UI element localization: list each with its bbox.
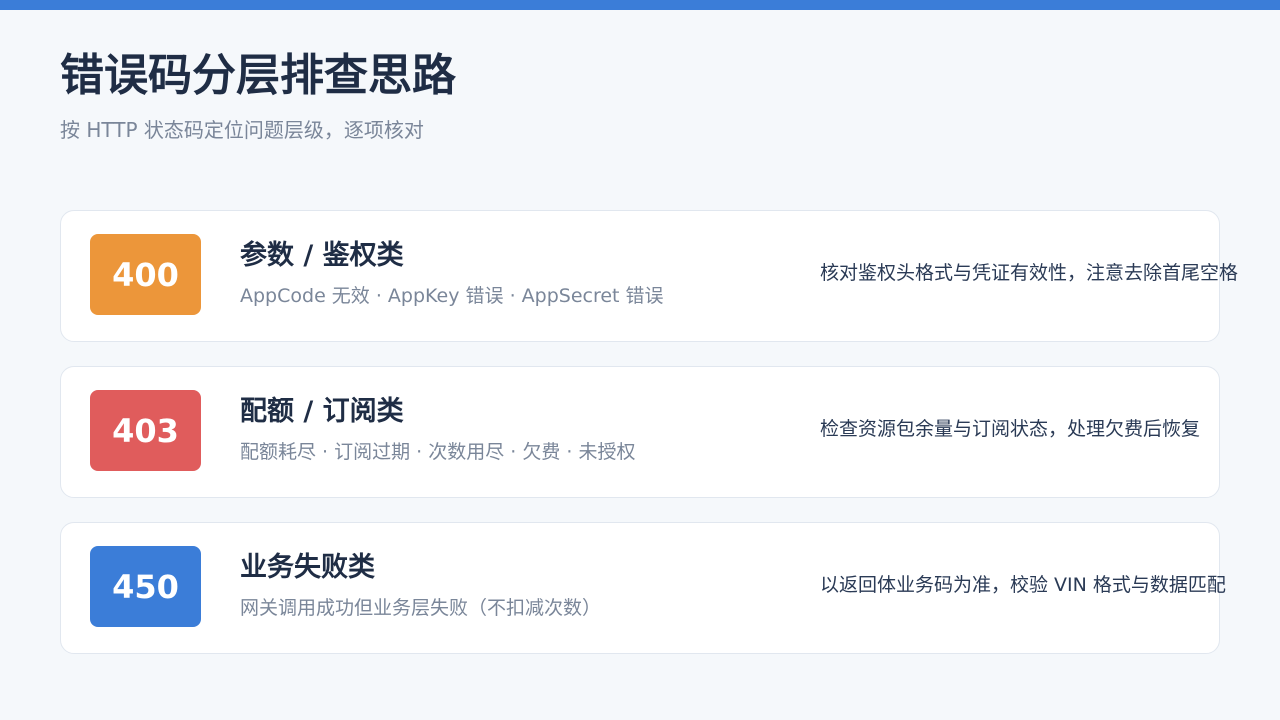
card-action-hint: 检查资源包余量与订阅状态，处理欠费后恢复 <box>820 418 1201 440</box>
page-subtitle: 按 HTTP 状态码定位问题层级，逐项核对 <box>60 118 424 142</box>
card-title: 业务失败类 <box>240 552 375 583</box>
error-card-403: 403 配额 / 订阅类 配额耗尽 · 订阅过期 · 次数用尽 · 欠费 · 未… <box>60 366 1220 498</box>
error-card-450: 450 业务失败类 网关调用成功但业务层失败（不扣减次数） 以返回体业务码为准，… <box>60 522 1226 654</box>
page-title: 错误码分层排查思路 <box>60 50 456 101</box>
status-code-badge: 400 <box>90 234 201 315</box>
card-title: 参数 / 鉴权类 <box>240 240 404 271</box>
error-card-400: 400 参数 / 鉴权类 AppCode 无效 · AppKey 错误 · Ap… <box>60 210 1238 342</box>
card-description: 网关调用成功但业务层失败（不扣减次数） <box>240 597 602 619</box>
status-code-badge: 403 <box>90 390 201 471</box>
top-accent-bar <box>0 0 1280 10</box>
status-code-badge: 450 <box>90 546 201 627</box>
card-action-hint: 以返回体业务码为准，校验 VIN 格式与数据匹配 <box>820 574 1226 596</box>
card-description: 配额耗尽 · 订阅过期 · 次数用尽 · 欠费 · 未授权 <box>240 441 636 463</box>
card-title: 配额 / 订阅类 <box>240 396 404 427</box>
card-description: AppCode 无效 · AppKey 错误 · AppSecret 错误 <box>240 285 664 307</box>
card-action-hint: 核对鉴权头格式与凭证有效性，注意去除首尾空格 <box>820 262 1239 284</box>
